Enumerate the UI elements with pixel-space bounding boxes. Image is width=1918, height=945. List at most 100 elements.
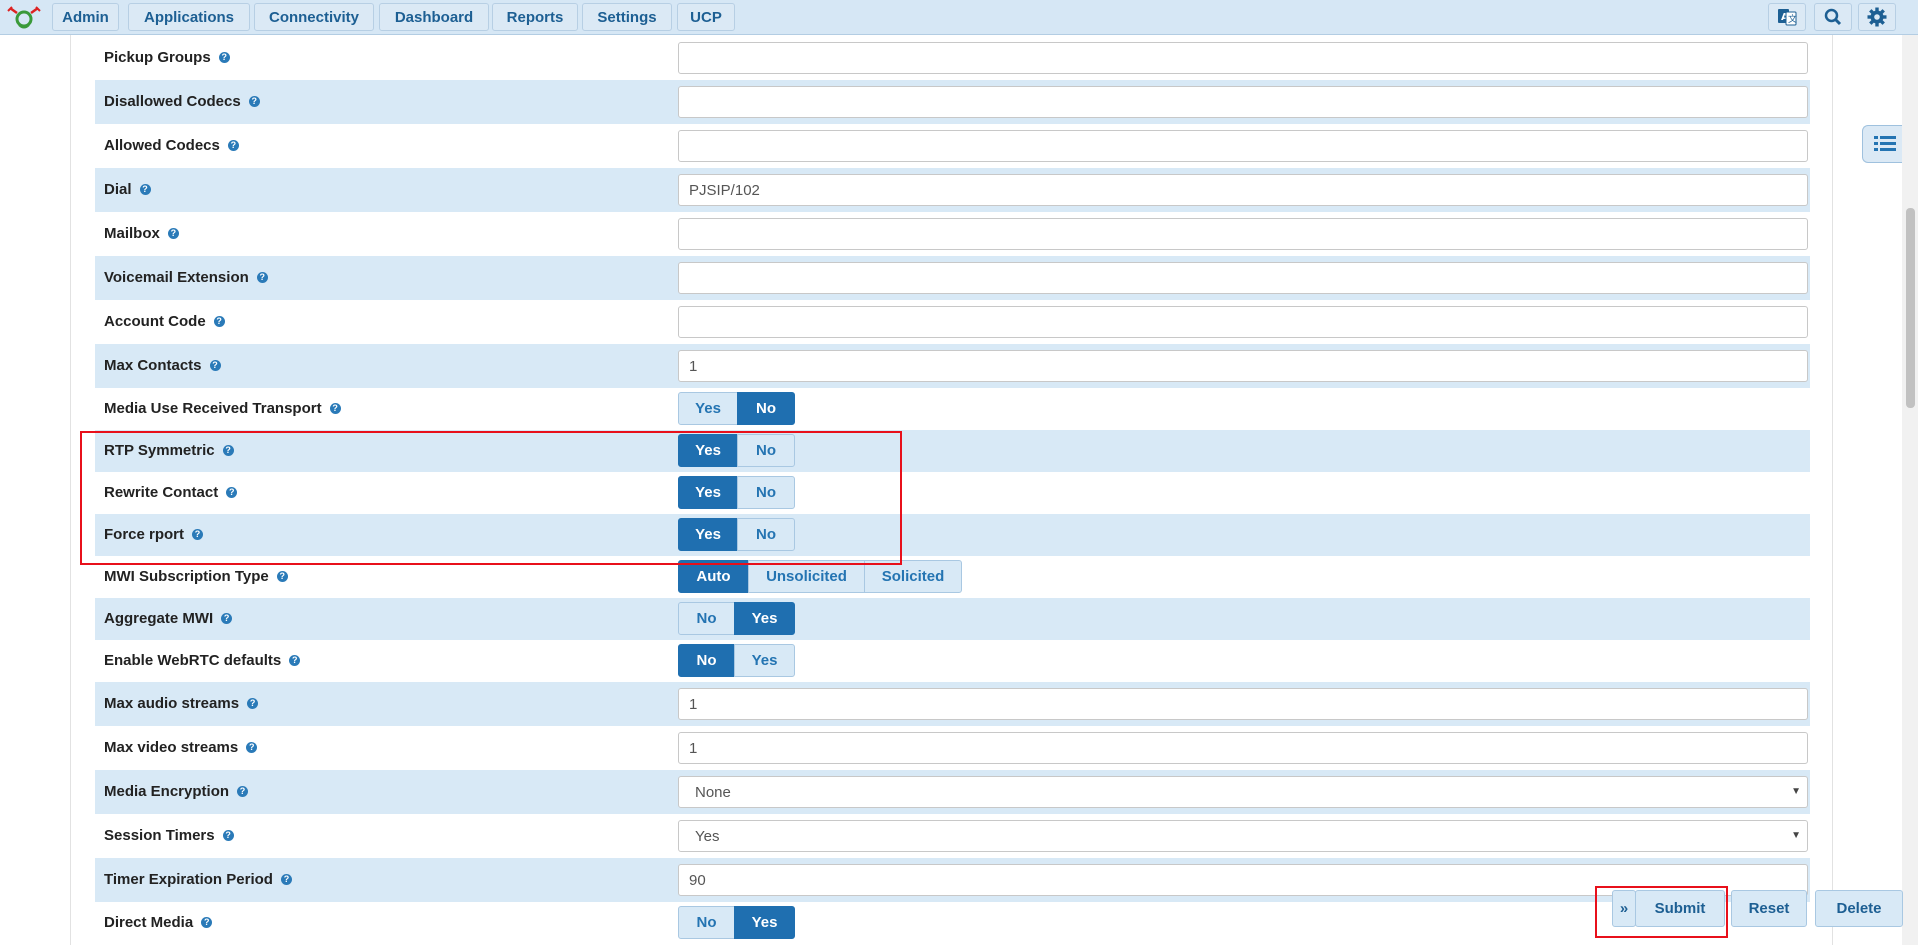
aggregate-mwi-label: Aggregate MWI? [104,610,233,627]
help-icon[interactable]: ? [209,360,221,371]
action-bar-collapse-button[interactable]: » [1612,890,1636,927]
row-enable-webrtc-defaults: Enable WebRTC defaults? No Yes [95,640,1810,682]
list-icon [1873,136,1896,151]
search-button[interactable] [1814,3,1852,31]
account-code-input[interactable] [678,306,1808,338]
enable-webrtc-defaults-label: Enable WebRTC defaults? [104,652,301,669]
allowed-codecs-label: Allowed Codecs? [104,137,239,154]
nav-admin[interactable]: Admin [52,3,119,31]
help-icon[interactable]: ? [276,571,288,582]
help-icon[interactable]: ? [221,613,233,624]
row-timer-expiration-period: Timer Expiration Period? 90 [95,858,1810,902]
help-icon[interactable]: ? [289,655,301,666]
row-max-audio-streams: Max audio streams? 1 [95,682,1810,726]
pickup-groups-input[interactable] [678,42,1808,74]
mwi-subscription-type-label: MWI Subscription Type? [104,568,288,585]
enable-webrtc-yes[interactable]: Yes [734,644,795,677]
session-timers-label: Session Timers? [104,827,234,844]
content-border-right [1832,35,1833,945]
direct-media-no[interactable]: No [678,906,735,939]
max-video-streams-label: Max video streams? [104,739,258,756]
language-button[interactable]: A 文 [1768,3,1806,31]
nav-reports[interactable]: Reports [492,3,578,31]
help-icon[interactable]: ? [213,316,225,327]
mailbox-input[interactable] [678,218,1808,250]
nav-ucp[interactable]: UCP [677,3,735,31]
media-encryption-select[interactable]: None ▼ [678,776,1808,808]
direct-media-toggle: No Yes [678,906,795,939]
help-icon[interactable]: ? [248,96,260,107]
submit-button[interactable]: Submit [1635,890,1725,927]
direct-media-yes[interactable]: Yes [734,906,795,939]
help-icon[interactable]: ? [226,487,238,498]
nav-applications[interactable]: Applications [128,3,250,31]
help-icon[interactable]: ? [222,445,234,456]
search-icon [1824,8,1842,26]
row-session-timers: Session Timers? Yes ▼ [95,814,1810,858]
enable-webrtc-no[interactable]: No [678,644,735,677]
rewrite-contact-yes[interactable]: Yes [678,476,738,509]
disallowed-codecs-label: Disallowed Codecs? [104,93,260,110]
pickup-groups-label: Pickup Groups? [104,49,230,66]
media-use-received-transport-label: Media Use Received Transport? [104,400,341,417]
help-icon[interactable]: ? [167,228,179,239]
rewrite-contact-label: Rewrite Contact? [104,484,238,501]
nav-dashboard[interactable]: Dashboard [379,3,489,31]
row-mwi-subscription-type: MWI Subscription Type? Auto Unsolicited … [95,556,1810,598]
account-code-label: Account Code? [104,313,225,330]
rewrite-contact-no[interactable]: No [737,476,795,509]
allowed-codecs-input[interactable] [678,130,1808,162]
disallowed-codecs-input[interactable] [678,86,1808,118]
force-rport-no[interactable]: No [737,518,795,551]
help-icon[interactable]: ? [280,874,292,885]
mwi-solicited[interactable]: Solicited [864,560,962,593]
side-menu-toggle[interactable] [1862,125,1906,163]
voicemail-extension-input[interactable] [678,262,1808,294]
dial-input[interactable]: PJSIP/102 [678,174,1808,206]
media-use-received-transport-no[interactable]: No [737,392,795,425]
session-timers-select[interactable]: Yes ▼ [678,820,1808,852]
vertical-scrollbar[interactable] [1902,35,1918,945]
help-icon[interactable]: ? [237,786,249,797]
help-icon[interactable]: ? [201,917,213,928]
row-max-contacts: Max Contacts? 1 [95,344,1810,388]
mwi-auto[interactable]: Auto [678,560,749,593]
help-icon[interactable]: ? [227,140,239,151]
help-icon[interactable]: ? [192,529,204,540]
rtp-symmetric-no[interactable]: No [737,434,795,467]
help-icon[interactable]: ? [139,184,151,195]
media-use-received-transport-yes[interactable]: Yes [678,392,738,425]
settings-button[interactable] [1858,3,1896,31]
max-audio-streams-label: Max audio streams? [104,695,259,712]
help-icon[interactable]: ? [329,403,341,414]
max-audio-streams-input[interactable]: 1 [678,688,1808,720]
media-use-received-transport-toggle: Yes No [678,392,795,425]
max-video-streams-input[interactable]: 1 [678,732,1808,764]
scrollbar-thumb[interactable] [1906,208,1915,408]
voicemail-extension-label: Voicemail Extension? [104,269,268,286]
aggregate-mwi-yes[interactable]: Yes [734,602,795,635]
help-icon[interactable]: ? [256,272,268,283]
content-border-left [70,35,71,945]
help-icon[interactable]: ? [222,830,234,841]
row-media-encryption: Media Encryption? None ▼ [95,770,1810,814]
media-encryption-label: Media Encryption? [104,783,249,800]
mwi-unsolicited[interactable]: Unsolicited [748,560,865,593]
force-rport-yes[interactable]: Yes [678,518,738,551]
aggregate-mwi-no[interactable]: No [678,602,735,635]
help-icon[interactable]: ? [246,742,258,753]
help-icon[interactable]: ? [247,698,259,709]
max-contacts-input[interactable]: 1 [678,350,1808,382]
rtp-symmetric-yes[interactable]: Yes [678,434,738,467]
nav-settings[interactable]: Settings [582,3,672,31]
freepbx-logo[interactable] [4,5,44,31]
delete-button[interactable]: Delete [1815,890,1903,927]
gear-icon [1867,7,1887,27]
row-pickup-groups: Pickup Groups? [95,40,1810,76]
rewrite-contact-toggle: Yes No [678,476,795,509]
row-rtp-symmetric: RTP Symmetric? Yes No [95,430,1810,472]
force-rport-toggle: Yes No [678,518,795,551]
help-icon[interactable]: ? [218,52,230,63]
reset-button[interactable]: Reset [1731,890,1807,927]
nav-connectivity[interactable]: Connectivity [254,3,374,31]
